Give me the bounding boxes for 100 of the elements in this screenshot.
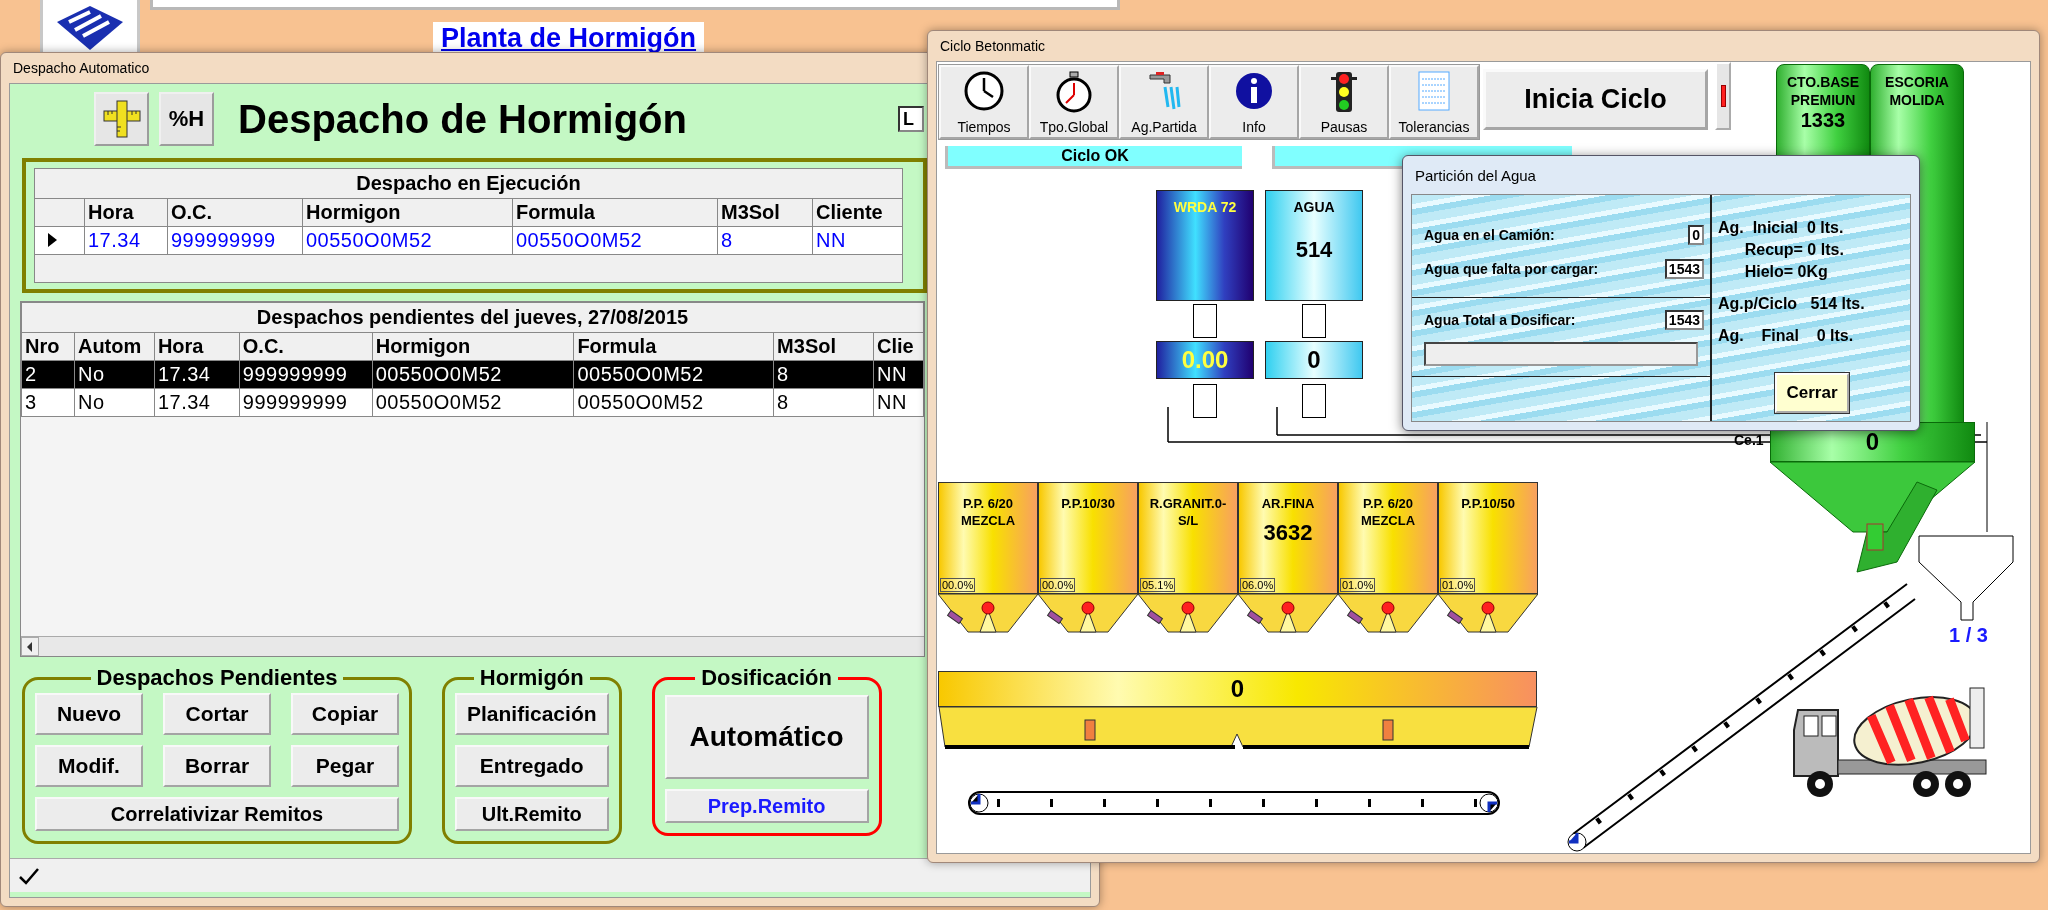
toolbar-button[interactable]: Ag.Partida (1119, 65, 1209, 139)
group-title: Hormigón (478, 665, 585, 691)
table-cell: 00550O0M52 (512, 226, 718, 255)
action-button[interactable]: Nuevo (35, 693, 143, 735)
group-title: Dosificación (700, 665, 833, 691)
field-label: Agua que falta por cargar: (1424, 261, 1599, 277)
column-header: M3Sol (773, 332, 874, 361)
clock-icon (964, 71, 1004, 111)
checkmark-icon (18, 866, 40, 885)
column-header: Formula (512, 198, 718, 227)
dialog-title: Partición del Agua (1415, 166, 1536, 184)
table-caption: Despachos pendientes del jueves, 27/08/2015 (256, 306, 689, 328)
silo-value: 1333 (1800, 109, 1846, 132)
skip-reading: 1 / 3 (1949, 624, 1988, 647)
table-cell: 17.34 (84, 226, 168, 255)
table-cell: NN (812, 226, 903, 255)
weigh-value: 0 (1230, 675, 1245, 703)
table-cell[interactable]: 00550O0M52 (372, 388, 574, 417)
action-button[interactable]: Ult.Remito (455, 797, 609, 831)
action-button[interactable]: Copiar (291, 693, 399, 735)
value-field[interactable]: 0 (1688, 225, 1704, 245)
toolbar-button[interactable]: Info (1209, 65, 1299, 139)
table-cell[interactable]: 8 (773, 360, 874, 389)
page-heading: Despacho de Hormigón (238, 96, 687, 142)
action-button[interactable]: Modif. (35, 745, 143, 787)
valve-drawing (1193, 304, 1217, 338)
bin-label: R.GRANIT.0- S/L (1149, 495, 1227, 529)
column-header: M3Sol (717, 198, 813, 227)
toolbar-button[interactable]: Tiempos (939, 65, 1029, 139)
window-title: Ciclo Betonmatic (940, 38, 1046, 54)
table-cell[interactable]: 17.34 (154, 388, 240, 417)
toolbar-button[interactable]: Pausas (1299, 65, 1389, 139)
horizontal-scrollbar[interactable] (21, 636, 924, 656)
table-cell: 8 (717, 226, 813, 255)
summary-line: Ag. Inicial 0 lts. (1718, 219, 1845, 237)
info-icon (1234, 71, 1274, 111)
value-field[interactable]: 1543 (1664, 259, 1704, 279)
summary-line: Ag.p/Ciclo 514 lts. (1718, 295, 1866, 313)
valve-drawing (1302, 304, 1326, 338)
corner-field[interactable]: L (898, 106, 924, 132)
table-cell[interactable]: 17.34 (154, 360, 240, 389)
bin-percent: 00.0% (1040, 578, 1076, 592)
water-tap-icon (1146, 71, 1182, 111)
table-cell[interactable]: 00550O0M52 (372, 360, 574, 389)
bin-percent: 01.0% (1340, 578, 1376, 592)
summary-line: Recup= 0 lts. (1743, 241, 1845, 259)
action-button[interactable]: Planificación (455, 693, 609, 735)
bin-percent: 00.0% (940, 578, 976, 592)
bin-label: AR.FINA (1261, 495, 1315, 512)
table-cell[interactable]: 00550O0M52 (573, 388, 774, 417)
mixer-value: 0 (1865, 428, 1880, 456)
table-cell: 999999999 (167, 226, 303, 255)
left-arrow-icon (26, 641, 34, 652)
plant-link[interactable]: Planta de Hormigón (433, 22, 705, 54)
bin-label: P.P. 6/20 MEZCLA (1360, 495, 1416, 529)
tank-label: WRDA 72 (1173, 199, 1237, 215)
close-button[interactable]: Cerrar (1775, 373, 1849, 413)
table-cell[interactable]: No (74, 360, 155, 389)
table-cell[interactable]: 2 (21, 360, 75, 389)
value-field[interactable]: 1543 (1664, 310, 1704, 330)
table-cell: 00550O0M52 (302, 226, 513, 255)
silo-label: CTO.BASE PREMIUN (1786, 73, 1860, 109)
bin-percent: 06.0% (1240, 578, 1276, 592)
valve-drawing (1302, 384, 1326, 418)
column-header: Nro (21, 332, 75, 361)
bin-percent: 01.0% (1440, 578, 1476, 592)
bin-label: P.P.10/30 (1061, 495, 1115, 512)
column-header: Cliente (812, 198, 903, 227)
window-title: Despacho Automatico (13, 60, 150, 76)
action-button[interactable]: Correlativizar Remitos (35, 797, 399, 831)
status-text: Ciclo OK (1061, 147, 1129, 164)
bin-percent: 05.1% (1140, 578, 1176, 592)
scale-reading: 0 (1265, 341, 1363, 379)
action-button[interactable]: Entregado (455, 745, 609, 787)
table-cell[interactable]: 00550O0M52 (573, 360, 774, 389)
notepad-icon (1418, 71, 1450, 111)
action-button[interactable]: Automático (664, 695, 869, 779)
ruler-button[interactable] (94, 92, 149, 146)
toolbar-button[interactable]: Tpo.Global (1029, 65, 1119, 139)
column-header: Hora (154, 332, 240, 361)
field-label: Agua Total a Dosificar: (1424, 312, 1576, 328)
action-button[interactable]: Borrar (163, 745, 271, 787)
start-cycle-button[interactable]: Inicia Ciclo (1483, 69, 1708, 130)
table-caption: Despacho en Ejecución (356, 172, 581, 194)
table-cell[interactable]: 3 (21, 388, 75, 417)
table-cell[interactable]: 8 (773, 388, 874, 417)
scale-reading: 0.00 (1156, 341, 1254, 379)
column-header: Autom (74, 332, 155, 361)
summary-line: Hielo= 0Kg (1743, 263, 1829, 281)
table-cell[interactable]: 999999999 (239, 360, 373, 389)
percent-button[interactable]: %H (159, 92, 214, 146)
group-title: Despachos Pendientes (95, 665, 339, 691)
action-button[interactable]: Cortar (163, 693, 271, 735)
table-cell[interactable]: No (74, 388, 155, 417)
traffic-light-icon (1331, 71, 1357, 113)
field-label: Agua en el Camión: (1424, 227, 1555, 243)
table-cell[interactable]: 999999999 (239, 388, 373, 417)
link-button[interactable]: Prep.Remito (664, 789, 869, 823)
action-button[interactable]: Pegar (291, 745, 399, 787)
toolbar-button[interactable]: Tolerancias (1389, 65, 1479, 139)
